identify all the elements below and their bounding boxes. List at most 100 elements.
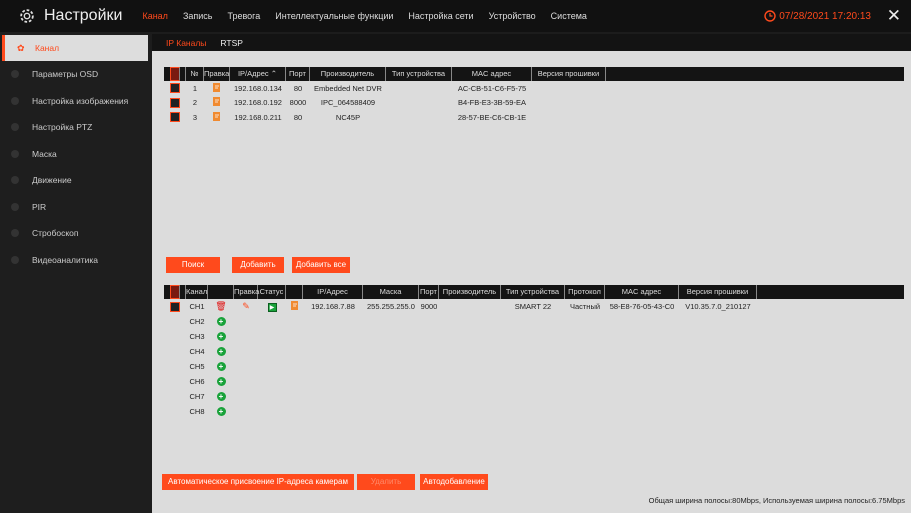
sidebar-item-osd[interactable]: Параметры OSD <box>0 61 150 88</box>
mac-cell: B4-FB-E3-3B-59-EA <box>458 98 526 108</box>
row-checkbox[interactable] <box>164 301 186 312</box>
sidebar-item-analytics[interactable]: Видеоаналитика <box>0 247 150 274</box>
row-checkbox[interactable] <box>170 112 180 123</box>
menu-device[interactable]: Устройство <box>489 11 536 21</box>
sidebar-item-image[interactable]: Настройка изображения <box>0 88 150 115</box>
main-menu: Канал Запись Тревога Интеллектуальные фу… <box>142 11 601 21</box>
sidebar-item-label: Параметры OSD <box>32 69 99 80</box>
edit-icon[interactable] <box>286 300 303 313</box>
firmware-cell: V10.35.7.0_210127 <box>685 302 751 311</box>
select-all-checkbox[interactable] <box>164 285 186 299</box>
mac-cell: 28-57-BE-C6-CB-1E <box>457 112 527 122</box>
table-row[interactable]: CH5 + <box>164 359 904 374</box>
port-cell: 80 <box>293 83 303 93</box>
edit-icon[interactable] <box>212 96 222 107</box>
tab-rtsp[interactable]: RTSP <box>220 38 243 48</box>
edit-icon[interactable] <box>212 82 222 93</box>
plus-icon[interactable]: + <box>216 407 226 416</box>
column-header: Версия прошивки <box>532 67 606 81</box>
add-channel-cell[interactable]: + <box>208 377 234 386</box>
row-checkbox-cell <box>164 97 186 108</box>
edit-cell <box>204 82 230 95</box>
column-header-ip[interactable]: IP/Адрес ⌃ <box>230 67 286 81</box>
row-checkbox-cell <box>164 83 186 94</box>
channel-name: CH5 <box>189 362 205 371</box>
empty-channel-rows: CH2 + CH3 + CH4 + CH5 + CH6 + CH7 + CH8 + <box>164 314 904 419</box>
add-channel-cell[interactable]: + <box>208 317 234 326</box>
mac-cell: AC-CB-51-C6-F5-75 <box>457 83 527 93</box>
table-row[interactable]: CH3 + <box>164 329 904 344</box>
sidebar-item-ptz[interactable]: Настройка PTZ <box>0 114 150 141</box>
sidebar-item-mask[interactable]: Маска <box>0 141 150 168</box>
add-channel-cell[interactable]: + <box>208 347 234 356</box>
column-header-filler <box>757 285 904 299</box>
menu-channel[interactable]: Канал <box>142 11 167 21</box>
table-row[interactable]: 1 192.168.0.134 80 Embedded Net DVR AC-CB-51… <box>164 81 904 96</box>
row-checkbox[interactable] <box>170 83 180 94</box>
delete-icon[interactable]: 🗑 <box>208 301 234 312</box>
close-icon[interactable]: ✕ <box>887 6 901 26</box>
menu-system[interactable]: Система <box>551 11 587 21</box>
sidebar-item-label: Движение <box>32 175 72 186</box>
plus-icon[interactable]: + <box>216 332 226 341</box>
ip-cell: 192.168.7.88 <box>311 302 355 311</box>
add-all-button[interactable]: Добавить все <box>292 257 350 273</box>
tab-ip-channels[interactable]: IP Каналы <box>166 38 206 48</box>
maker-cell: Embedded Net DVR <box>314 83 382 93</box>
table-row[interactable]: CH8 + <box>164 404 904 419</box>
number-cell: 2 <box>192 98 198 108</box>
column-header: Версия прошивки <box>679 285 757 299</box>
table-row[interactable]: CH6 + <box>164 374 904 389</box>
search-button[interactable]: Поиск <box>166 257 220 273</box>
plus-icon[interactable]: + <box>216 377 226 386</box>
datetime-text: 07/28/2021 17:20:13 <box>779 10 871 22</box>
table-row[interactable]: CH2 + <box>164 314 904 329</box>
add-channel-cell[interactable]: + <box>208 332 234 341</box>
ip-cell: 192.168.0.192 <box>234 98 282 108</box>
sidebar-item-channel[interactable]: ✿ Канал <box>2 35 148 61</box>
menu-alarm[interactable]: Тревога <box>227 11 260 21</box>
sidebar-item-label: Маска <box>32 148 57 159</box>
sidebar-item-strobe[interactable]: Стробоскоп <box>0 220 150 247</box>
auto-assign-ip-button[interactable]: Автоматическое присвоение IP-адреса каме… <box>162 474 354 490</box>
sidebar-item-pir[interactable]: PIR <box>0 194 150 221</box>
add-channel-cell[interactable]: + <box>208 407 234 416</box>
plus-icon[interactable]: + <box>216 362 226 371</box>
table-row[interactable]: 3 192.168.0.211 80 NC45P 28-57-BE-C6-CB-1E <box>164 110 904 125</box>
channel-name: CH7 <box>189 392 205 401</box>
menu-network[interactable]: Настройка сети <box>408 11 473 21</box>
plus-icon[interactable]: + <box>216 392 226 401</box>
bullet-icon <box>11 176 19 185</box>
table-row[interactable]: CH7 + <box>164 389 904 404</box>
select-all-checkbox[interactable] <box>164 67 186 81</box>
add-button[interactable]: Добавить <box>232 257 284 273</box>
ip-cell: 192.168.0.211 <box>234 112 282 122</box>
menu-record[interactable]: Запись <box>183 11 213 21</box>
bullet-icon <box>11 229 19 238</box>
sidebar-item-motion[interactable]: Движение <box>0 167 150 194</box>
plus-icon[interactable]: + <box>216 317 226 326</box>
bullet-icon <box>11 149 19 158</box>
auto-add-button[interactable]: Автодобавление <box>420 474 488 490</box>
table-row[interactable]: 2 192.168.0.192 8000 IPC_064588409 B4-FB-E3-… <box>164 96 904 111</box>
channel-name: CH6 <box>189 377 205 386</box>
table-header: № Правка IP/Адрес ⌃ Порт Производитель Т… <box>164 67 904 81</box>
plus-icon[interactable]: + <box>216 347 226 356</box>
pencil-icon[interactable]: ✎ <box>234 301 258 312</box>
protocol-cell: Частный <box>569 302 601 311</box>
table-row[interactable]: CH1 🗑 ✎ ▶ 192.168.7.88 255.255.255.0 900… <box>164 299 904 314</box>
mac-cell: 58-E8-76-05-43-C0 <box>609 302 675 311</box>
delete-button[interactable]: Удалить <box>357 474 415 490</box>
edit-icon[interactable] <box>212 111 222 122</box>
row-checkbox[interactable] <box>170 97 180 108</box>
add-channel-cell[interactable]: + <box>208 362 234 371</box>
column-header: Тип устройства <box>386 67 452 81</box>
table-row[interactable]: CH4 + <box>164 344 904 359</box>
gear-icon <box>16 5 38 27</box>
menu-smart-functions[interactable]: Интеллектуальные функции <box>275 11 393 21</box>
column-header <box>286 285 303 299</box>
column-header-filler <box>606 67 904 81</box>
add-channel-cell[interactable]: + <box>208 392 234 401</box>
sidebar: ✿ Канал Параметры OSD Настройка изображен… <box>0 32 150 513</box>
channel-table: Канал Правка Статус IP/Адрес Маска Порт … <box>164 285 904 419</box>
